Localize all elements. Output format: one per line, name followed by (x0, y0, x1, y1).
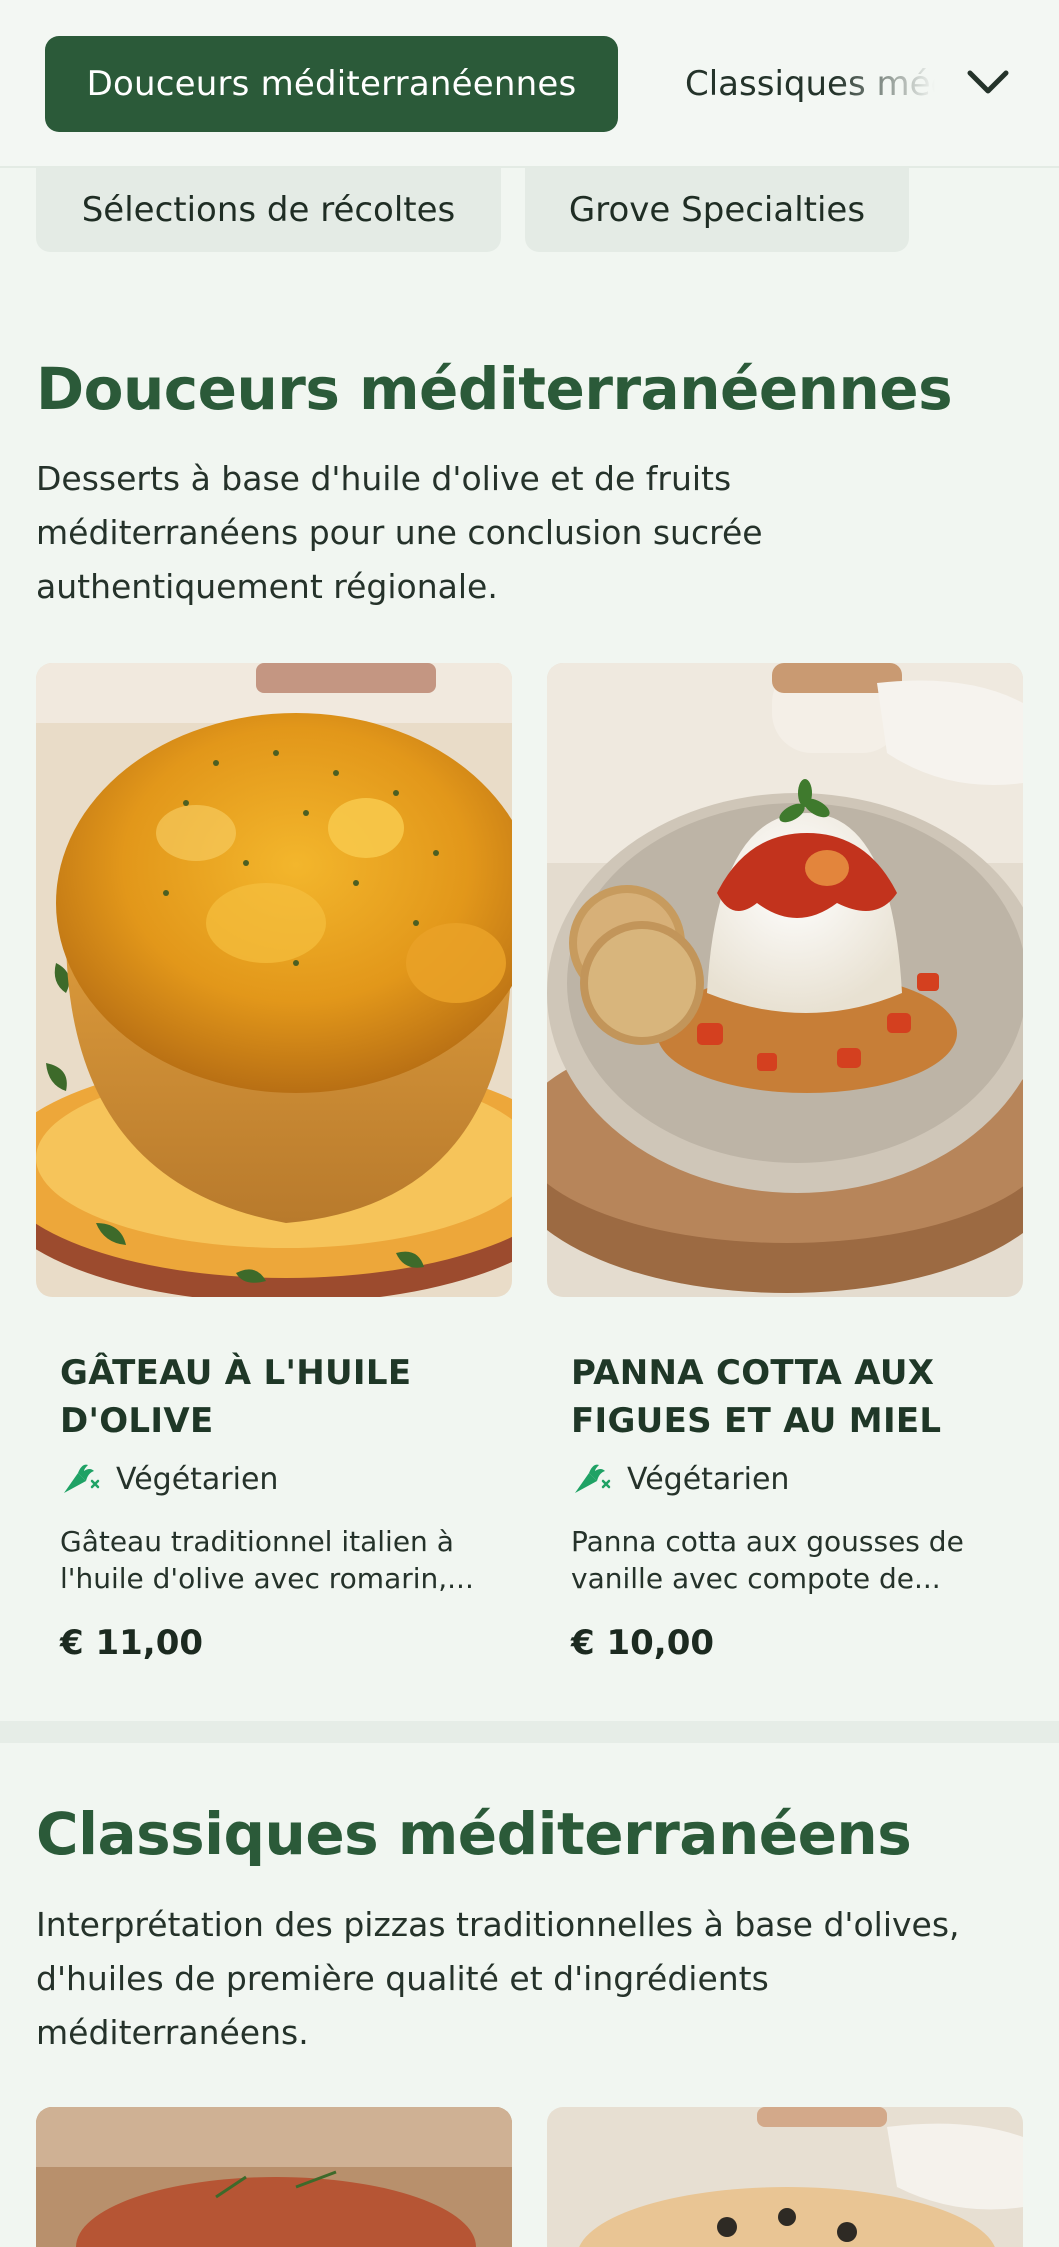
category-tab-douceurs[interactable]: Douceurs méditerranéennes (45, 36, 618, 132)
category-tab-grove[interactable]: Grove Specialties (525, 168, 909, 252)
menu-item-price: € 11,00 (60, 1623, 204, 1663)
menu-item-image[interactable] (547, 2107, 1023, 2247)
section-description: Interprétation des pizzas traditionnelle… (36, 1905, 960, 2052)
section-title: Douceurs méditerranéennes (36, 355, 953, 423)
menu-item-name: PANNA COTTA AUX FIGUES ET AU MIEL (571, 1353, 942, 1441)
carrot-icon (64, 1464, 100, 1493)
menu-item-name: GÂTEAU À L'HUILE D'OLIVE (60, 1353, 412, 1441)
panna-cotta-image (547, 663, 1023, 1297)
dietary-tag: Végétarien (60, 1461, 488, 1497)
dietary-tag: Végétarien (571, 1461, 999, 1497)
menu-item-description: Panna cotta aux gousses de vanille avec … (571, 1525, 964, 1595)
menu-item-description: Gâteau traditionnel italien à l'huile d'… (60, 1525, 474, 1595)
menu-item-card[interactable]: PANNA COTTA AUX FIGUES ET AU MIEL Végéta… (547, 663, 1023, 1663)
menu-item-price: € 10,00 (571, 1623, 715, 1663)
category-tab-classiques[interactable]: Classiques méditerranéens (685, 36, 935, 132)
section-description: Desserts à base d'huile d'olive et de fr… (36, 459, 763, 606)
category-nav: Douceurs méditerranéennes Classiques méd… (0, 0, 1059, 168)
carrot-icon (575, 1464, 611, 1493)
category-tab-recoltes[interactable]: Sélections de récoltes (36, 168, 501, 252)
menu-item-card[interactable]: GÂTEAU À L'HUILE D'OLIVE Végétarien Gâte… (36, 663, 512, 1663)
menu-item-image[interactable] (36, 2107, 512, 2247)
chevron-down-icon[interactable] (962, 56, 1014, 108)
dietary-tag-label: Végétarien (627, 1461, 790, 1497)
dietary-tag-label: Végétarien (116, 1461, 279, 1497)
section-divider (0, 1721, 1059, 1743)
section-title: Classiques méditerranéens (36, 1800, 912, 1868)
olive-oil-cake-image (36, 663, 512, 1297)
